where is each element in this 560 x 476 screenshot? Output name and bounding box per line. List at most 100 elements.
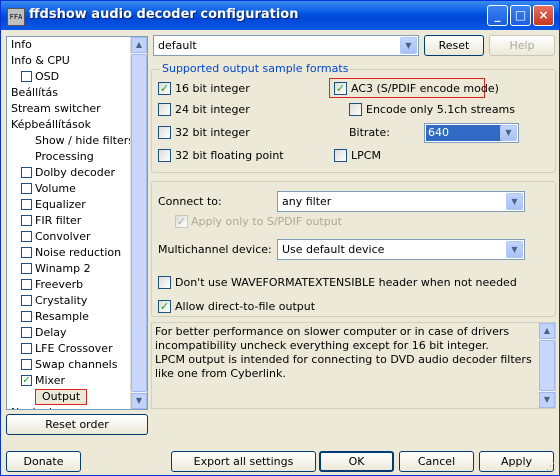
scroll-down-icon[interactable]: ▼ [539,392,555,408]
tree-item-checkbox[interactable] [21,295,32,306]
bitrate-dropdown[interactable]: 640 ▼ [424,123,519,143]
int32-checkbox[interactable] [158,126,171,139]
lpcm-label: LPCM [351,149,381,162]
main-window: FFA ffdshow audio decoder configuration … [0,0,560,476]
ac3-51-label: Encode only 5.1ch streams [366,103,515,116]
info-panel: For better performance on slower compute… [151,322,556,409]
tree-item-label: Equalizer [35,198,86,211]
int16-checkbox[interactable]: ✓ [158,82,171,95]
tree-item-label: Crystality [35,294,88,307]
tree-item-label: FIR filter [35,214,82,227]
tree-item-label: Dolby decoder [35,166,116,179]
float32-label: 32 bit floating point [175,149,284,162]
scroll-down-icon[interactable]: ▼ [131,393,147,409]
connect-to-value: any filter [282,195,332,208]
ok-button[interactable]: OK [319,451,394,472]
multichannel-label: Multichannel device: [158,243,272,256]
apply-button[interactable]: Apply [479,451,554,472]
bitrate-label: Bitrate: [349,126,390,139]
chevron-down-icon[interactable]: ▼ [500,125,517,141]
info-scrollbar[interactable]: ▲ ▼ [539,323,555,408]
multichannel-dropdown[interactable]: Use default device ▼ [277,239,525,260]
direct-file-checkbox[interactable]: ✓ [158,300,171,313]
tree-item-label: Nyelvek [11,405,55,409]
cancel-button[interactable]: Cancel [399,451,474,472]
tree-item-label: Beállítás [11,86,59,99]
preset-value: default [158,39,197,52]
float32-checkbox[interactable] [158,149,171,162]
tree-item-label: OSD [35,70,60,83]
connect-to-dropdown[interactable]: any filter ▼ [277,191,525,212]
scroll-thumb[interactable] [131,54,147,392]
donate-button[interactable]: Donate [6,451,81,472]
tree-item-label: Volume [35,182,76,195]
int32-label: 32 bit integer [175,126,250,139]
tree-item-checkbox[interactable]: ✓ [21,375,32,386]
int24-checkbox[interactable] [158,103,171,116]
tree-item-checkbox[interactable] [21,231,32,242]
resize-grip-icon[interactable]: ⋰ [546,462,556,472]
preset-dropdown[interactable]: default ▼ [153,35,419,56]
tree-item-label: Output [35,389,88,405]
tree-item-checkbox[interactable] [21,183,32,194]
minimize-button[interactable]: _ [487,5,508,26]
tree-item-checkbox[interactable] [21,199,32,210]
tree-item-checkbox[interactable] [21,311,32,322]
tree-item-checkbox[interactable] [21,247,32,258]
spdif-only-label: Apply only to S/PDIF output [191,215,342,228]
chevron-down-icon[interactable]: ▼ [506,193,523,210]
multichannel-value: Use default device [282,243,385,256]
app-icon: FFA [7,8,25,26]
title-bar[interactable]: FFA ffdshow audio decoder configuration … [1,1,559,30]
tree-item-label: Convolver [35,230,91,243]
lpcm-checkbox[interactable] [334,149,347,162]
tree-item-label: Mixer [35,374,66,387]
tree-item-label: Processing [35,150,94,163]
tree-item-checkbox[interactable] [21,215,32,226]
tree-item-checkbox[interactable] [21,359,32,370]
close-button[interactable]: × [533,5,554,26]
tree-item-label: Swap channels [35,358,118,371]
ac3-label: AC3 (S/PDIF encode mode) [351,82,499,95]
ac3-51-checkbox[interactable] [349,103,362,116]
reset-button[interactable]: Reset [424,35,484,56]
direct-file-label: Allow direct-to-file output [175,300,316,313]
scroll-up-icon[interactable]: ▲ [539,323,555,339]
tree-item-label: Show / hide filters [35,134,134,147]
info-text: For better performance on slower compute… [155,325,532,380]
tree-item-checkbox[interactable] [21,279,32,290]
maximize-button[interactable]: □ [510,5,531,26]
tree-item-checkbox[interactable] [21,71,32,82]
ac3-checkbox[interactable]: ✓ [334,82,347,95]
tree-scrollbar[interactable]: ▲ ▼ [130,37,147,409]
tree-item-label: Delay [35,326,67,339]
tree-item-checkbox[interactable] [21,327,32,338]
chevron-down-icon[interactable]: ▼ [400,37,417,54]
tree-item-label: Info & CPU [11,54,70,67]
tree-item-checkbox[interactable] [21,263,32,274]
connect-to-label: Connect to: [158,195,222,208]
chevron-down-icon[interactable]: ▼ [506,241,523,258]
tree-item-label: Képbeállítások [11,118,91,131]
tree-item-label: LFE Crossover [35,342,113,355]
tree-item-label: Stream switcher [11,102,101,115]
tree-item-label: Resample [35,310,89,323]
filter-tree[interactable]: Info Info & CPU OSD Beállítás Stream switche… [6,36,148,410]
tree-item-checkbox[interactable] [21,343,32,354]
tree-item-label: Info [11,38,32,51]
int24-label: 24 bit integer [175,103,250,116]
tree-item-checkbox[interactable] [21,167,32,178]
no-wfe-label: Don't use WAVEFORMATEXTENSIBLE header wh… [175,276,517,289]
tree-item-label: Freeverb [35,278,84,291]
export-settings-button[interactable]: Export all settings [171,451,316,472]
int16-label: 16 bit integer [175,82,250,95]
reset-order-button[interactable]: Reset order [6,414,148,435]
no-wfe-checkbox[interactable] [158,276,171,289]
window-title: ffdshow audio decoder configuration [29,7,299,22]
help-button[interactable]: Help [489,35,555,56]
scroll-up-icon[interactable]: ▲ [131,37,147,53]
formats-group-title: Supported output sample formats [160,62,351,75]
scroll-thumb[interactable] [539,340,555,391]
spdif-only-checkbox[interactable]: ✓ [175,215,188,228]
tree-item-label: Noise reduction [35,246,122,259]
